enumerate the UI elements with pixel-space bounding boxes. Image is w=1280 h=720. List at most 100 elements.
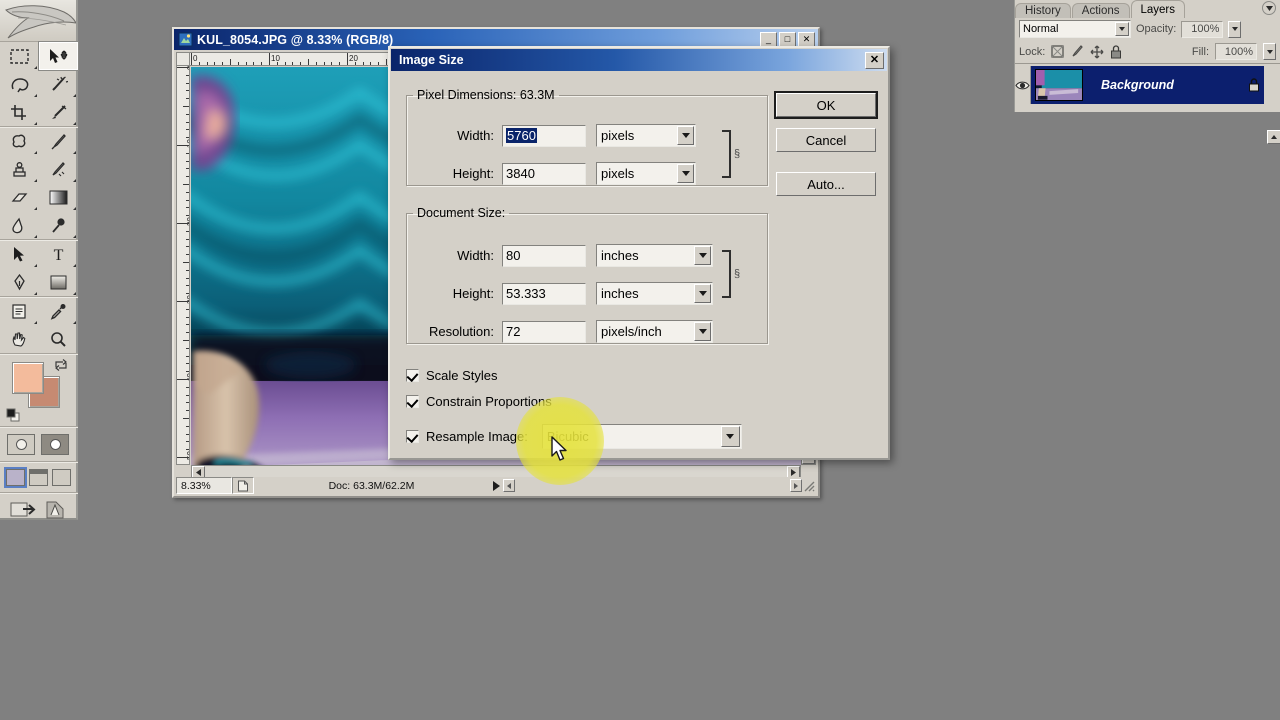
doc-resolution-input[interactable]: 72 [502, 321, 586, 343]
dialog-title: Image Size [399, 53, 464, 67]
zoom-tool[interactable] [39, 325, 78, 353]
standard-screen-mode-button[interactable] [6, 469, 25, 486]
maximize-button[interactable]: □ [779, 32, 796, 47]
layer-thumbnail-image [1036, 70, 1082, 101]
dialog-close-button[interactable]: ✕ [865, 52, 884, 69]
constrain-proportions-label: Constrain Proportions [426, 394, 552, 409]
layers-panel: History Actions Layers Normal Opacity: 1… [1014, 0, 1280, 112]
imageready-icon[interactable] [44, 499, 66, 521]
dialog-title-bar[interactable]: Image Size ✕ [391, 49, 887, 71]
thumbnail-preview-button[interactable] [232, 477, 254, 494]
scale-styles-row[interactable]: Scale Styles [406, 368, 498, 383]
fill-stepper[interactable] [1263, 43, 1276, 60]
ruler-h-label: 0 [193, 55, 197, 63]
ok-button[interactable]: OK [776, 93, 876, 117]
pixel-dimensions-legend: Pixel Dimensions: 63.3M [413, 88, 559, 102]
layer-name: Background [1101, 78, 1174, 92]
brush-tool[interactable] [39, 127, 78, 155]
notes-tool[interactable] [0, 297, 39, 325]
layers-scroll-up-button[interactable] [1267, 130, 1280, 144]
move-tool[interactable] [39, 42, 78, 70]
resample-image-row[interactable]: Resample Image: Bicubic [406, 424, 742, 449]
eraser-tool[interactable] [0, 183, 39, 211]
jump-to-imageready-icon[interactable] [10, 499, 36, 521]
lock-transparent-pixels-icon[interactable] [1051, 45, 1064, 58]
path-selection-tool[interactable] [0, 240, 39, 268]
resample-method-select[interactable]: Bicubic [542, 424, 742, 449]
fill-value[interactable]: 100% [1215, 43, 1257, 60]
gradient-tool[interactable] [39, 183, 78, 211]
full-screen-with-menu-button[interactable] [29, 469, 48, 486]
lock-position-icon[interactable] [1090, 45, 1104, 59]
status-bar: 8.33% Doc: 63.3M/62.2M [176, 477, 816, 494]
blend-mode-value: Normal [1020, 23, 1114, 35]
foreground-color-swatch[interactable] [12, 362, 44, 394]
full-screen-mode-button[interactable] [52, 469, 71, 486]
status-scroll-right-button[interactable] [790, 479, 802, 492]
doc-height-unit-select[interactable]: inches [596, 282, 713, 305]
tab-history[interactable]: History [1015, 3, 1071, 18]
document-window-controls: _ □ ✕ [760, 32, 816, 47]
pen-tool[interactable] [0, 268, 39, 296]
jump-to-row [0, 493, 76, 527]
resample-method-value: Bicubic [543, 429, 720, 444]
doc-resolution-unit-select[interactable]: pixels/inch [596, 320, 713, 343]
close-button[interactable]: ✕ [798, 32, 815, 47]
layer-visibility-cell[interactable] [1015, 66, 1031, 104]
clone-stamp-tool[interactable] [0, 155, 39, 183]
marquee-tool[interactable] [0, 42, 39, 70]
tab-actions[interactable]: Actions [1072, 3, 1130, 18]
scale-styles-label: Scale Styles [426, 368, 498, 383]
quick-mask-mode-button[interactable] [41, 434, 69, 455]
magic-wand-tool[interactable] [39, 70, 78, 98]
pixel-width-input[interactable]: 5760 [502, 125, 586, 147]
default-colors-icon[interactable] [6, 408, 20, 422]
status-menu-button[interactable] [489, 477, 503, 494]
screen-mode-row [0, 462, 76, 492]
eyedropper-tool[interactable] [39, 297, 78, 325]
dodge-tool[interactable] [39, 211, 78, 239]
tab-layers[interactable]: Layers [1131, 0, 1186, 18]
history-brush-tool[interactable] [39, 155, 78, 183]
doc-height-row: Height: 53.333 inches [406, 282, 768, 305]
healing-brush-tool[interactable] [0, 127, 39, 155]
lock-all-icon[interactable] [1110, 45, 1122, 59]
opacity-stepper[interactable] [1228, 21, 1241, 38]
cancel-button[interactable]: Cancel [776, 128, 876, 152]
page-icon [237, 480, 249, 492]
swap-colors-icon[interactable] [54, 358, 68, 372]
panel-menu-button[interactable] [1262, 1, 1276, 15]
shape-tool[interactable] [39, 268, 78, 296]
doc-height-input[interactable]: 53.333 [502, 283, 586, 305]
pixel-height-unit-select[interactable]: pixels [596, 162, 696, 185]
doc-width-input[interactable]: 80 [502, 245, 586, 267]
pixel-width-unit-select[interactable]: pixels [596, 124, 696, 147]
lasso-tool[interactable] [0, 70, 39, 98]
crop-tool[interactable] [0, 98, 39, 126]
constrain-proportions-row[interactable]: Constrain Proportions [406, 394, 552, 409]
hand-tool[interactable] [0, 325, 39, 353]
standard-mode-button[interactable] [7, 434, 35, 455]
doc-width-unit-select[interactable]: inches [596, 244, 713, 267]
status-scroll-left-button[interactable] [503, 479, 515, 492]
ruler-h-label: 10 [271, 55, 280, 63]
blend-mode-select[interactable]: Normal [1019, 20, 1131, 38]
lock-image-pixels-icon[interactable] [1070, 45, 1084, 58]
pixel-height-input[interactable]: 3840 [502, 163, 586, 185]
resize-grip-icon[interactable] [802, 479, 816, 493]
opacity-value[interactable]: 100% [1181, 21, 1223, 38]
zoom-level-field[interactable]: 8.33% [176, 477, 232, 494]
blur-tool[interactable] [0, 211, 39, 239]
pixel-height-label: Height: [406, 166, 494, 181]
pixel-width-row: Width: 5760 pixels [406, 124, 768, 147]
eye-icon[interactable] [1015, 80, 1030, 91]
constrain-proportions-checkbox[interactable] [406, 395, 419, 408]
auto-button[interactable]: Auto... [776, 172, 876, 196]
slice-tool[interactable] [39, 98, 78, 126]
resample-image-checkbox[interactable] [406, 430, 419, 443]
scale-styles-checkbox[interactable] [406, 369, 419, 382]
type-tool[interactable]: T [39, 240, 78, 268]
minimize-button[interactable]: _ [760, 32, 777, 47]
ruler-corner[interactable] [176, 52, 190, 66]
layer-item-background[interactable]: Background [1031, 66, 1264, 104]
